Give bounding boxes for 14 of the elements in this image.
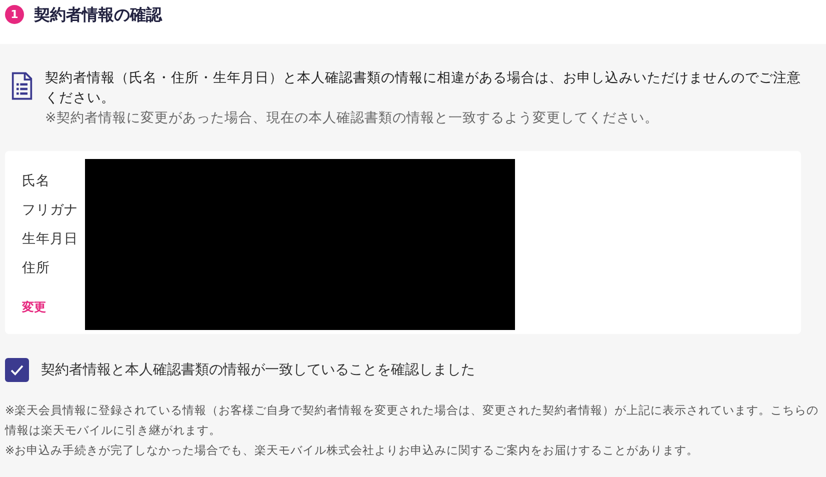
step-number-badge: 1 [5,5,24,24]
field-label: フリガナ [22,201,79,220]
footnote-text: ※楽天会員情報に登録されている情報（お客様ご自身で契約者情報を変更された場合は、変更された契約者情報）が上記に表示されています。こちらの情報は楽天モバイルに引き継がれます。 [5,402,820,439]
checkbox-label[interactable]: 契約者情報と本人確認書類の情報が一致していることを確認しました [41,361,475,379]
change-link[interactable]: 変更 [22,299,85,316]
warning-text: 契約者情報（氏名・住所・生年月日）と本人確認書類の情報に相違がある場合は、お申し込みいただけませんのでご注意ください。 [45,69,802,108]
footnote-text: ※お申込み手続きが完了しなかった場合でも、楽天モバイル株式会社よりお申込みに関するご案内をお届けすることがあります。 [5,442,700,459]
field-label: 氏名 [22,172,51,191]
field-label: 生年月日 [22,230,79,249]
field-label: 住所 [22,259,51,278]
document-list-icon [11,72,33,100]
section-title: 契約者情報の確認 [34,5,162,25]
note-text: ※契約者情報に変更があった場合、現在の本人確認書類の情報と一致するよう変更してください。 [45,109,660,128]
checkbox[interactable] [5,358,29,382]
